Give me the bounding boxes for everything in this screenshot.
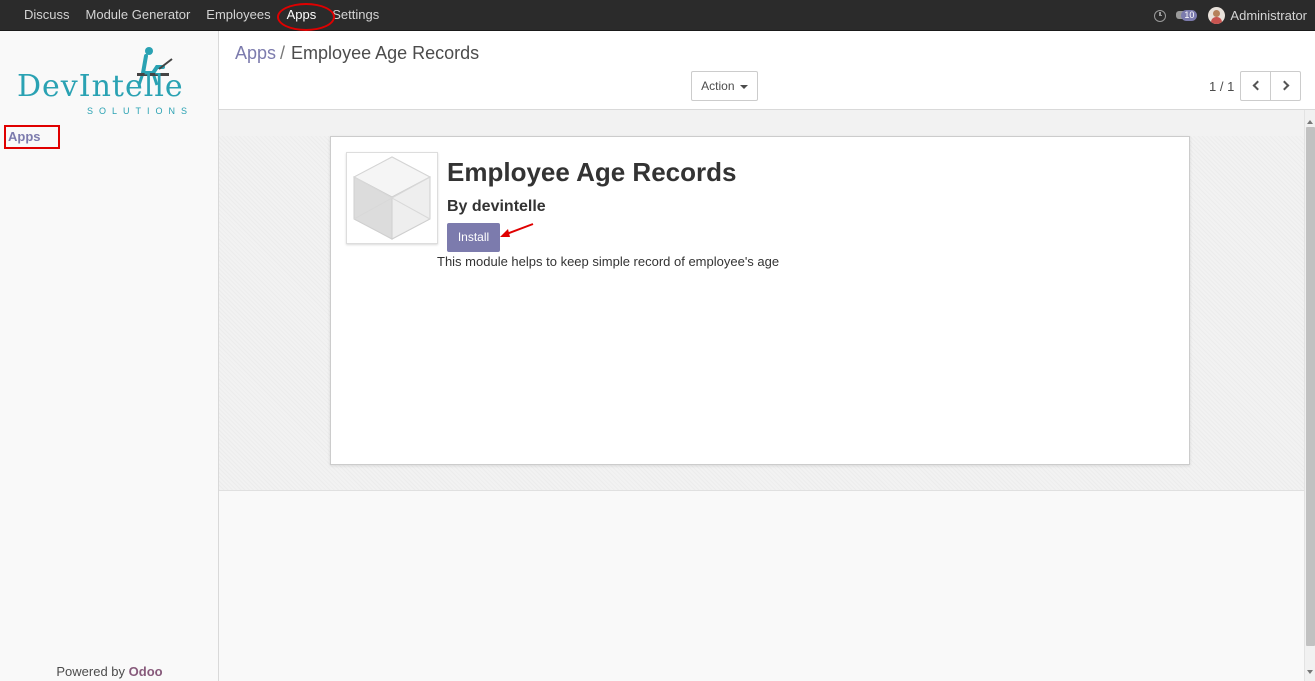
module-title: Employee Age Records [447,157,737,187]
chatter-area [219,491,1304,681]
chat-count-badge: 10 [1181,9,1198,21]
chat-icon[interactable]: 10 [1176,9,1198,23]
systray: 10 Administrator [1154,0,1307,31]
menu-discuss[interactable]: Discuss [16,0,78,31]
action-dropdown-button[interactable]: Action [691,71,758,101]
module-description: This module helps to keep simple record … [437,254,780,269]
breadcrumb-apps-link[interactable]: Apps [235,43,276,63]
scroll-up-arrow-icon[interactable] [1307,120,1313,124]
user-menu[interactable]: Administrator [1208,7,1307,24]
menu-apps[interactable]: Apps [276,0,335,31]
form-view: Employee Age Records By devintelle Insta… [219,110,1304,681]
odoo-link[interactable]: Odoo [129,664,163,679]
red-arrow-annotation [500,223,534,237]
scroll-down-arrow-icon[interactable] [1307,670,1313,674]
menu-employees[interactable]: Employees [198,0,278,31]
user-name: Administrator [1230,8,1307,23]
control-panel: Apps / Employee Age Records Action 1 / 1 [219,31,1315,110]
pager-previous-button[interactable] [1240,71,1271,101]
scroll-thumb[interactable] [1306,127,1315,646]
powered-by-label: Powered by [56,664,126,679]
logo-subtitle: SOLUTIONS [87,106,194,116]
breadcrumb-separator: / [280,43,286,63]
action-label: Action [701,79,735,93]
module-card: Employee Age Records By devintelle Insta… [330,136,1190,465]
clock-icon[interactable] [1154,9,1167,22]
sidebar-item-apps[interactable]: Apps [4,125,60,149]
pager-next-button[interactable] [1270,71,1301,101]
module-cube-icon [346,152,438,244]
module-author: By devintelle [447,198,546,215]
breadcrumb-current: Employee Age Records [291,43,480,63]
menu-module-generator[interactable]: Module Generator [78,0,199,31]
install-button[interactable]: Install [447,223,500,252]
pager-value: 1 / 1 [1209,79,1235,94]
powered-by: Powered by Odoo [0,664,219,679]
breadcrumb: Apps / Employee Age Records [235,43,479,64]
chevron-left-icon [1252,80,1263,91]
main-navbar: Discuss Module Generator Employees Apps … [0,0,1315,31]
logo-wordmark: DevIntelle [17,69,184,104]
avatar [1208,7,1226,24]
chevron-right-icon [1279,80,1290,91]
scrollbar[interactable] [1304,110,1315,681]
app-menu: Discuss Module Generator Employees Apps … [16,0,387,31]
sidebar: DevIntelle SOLUTIONS Apps Powered by Odo… [0,31,219,681]
caret-down-icon [739,84,748,89]
company-logo[interactable]: DevIntelle SOLUTIONS [17,45,203,117]
